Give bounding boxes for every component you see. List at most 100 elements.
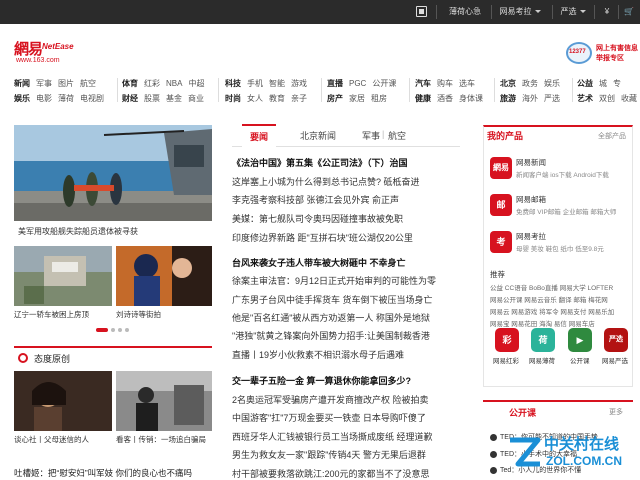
news-item[interactable]: 中国游客"扛"7万现金要买一铁壶 日本导购吓傻了 — [232, 411, 464, 424]
nav-link[interactable]: 图片 — [58, 76, 74, 91]
tab-headlines[interactable]: 要闻 — [242, 124, 277, 149]
currency-icon[interactable]: ¥ — [598, 0, 616, 24]
nav-link[interactable]: 红彩 — [144, 76, 160, 91]
all-products-link[interactable]: 全部产品 — [598, 131, 626, 141]
news-item[interactable]: "港独"就黄之锋案向外国势力招手:让美国制裁香港 — [232, 329, 464, 342]
caipiao-app-icon[interactable]: 彩 — [495, 328, 519, 352]
section-title[interactable]: 态度原创 — [34, 352, 70, 365]
tab-aviation[interactable]: 航空 — [388, 129, 406, 142]
nav-link[interactable]: 城 — [599, 76, 607, 91]
news-item[interactable]: 台风来袭女子违人带车被大树砸中 不幸身亡 — [232, 256, 464, 269]
nav-link[interactable]: 旅游 — [500, 91, 516, 106]
nav-link[interactable]: 军事 — [36, 76, 52, 91]
nav-link[interactable]: 游戏 — [291, 76, 307, 91]
hero-image[interactable] — [14, 125, 212, 221]
nav-link[interactable]: 租房 — [371, 91, 387, 106]
nav-link[interactable]: 身体课 — [459, 91, 483, 106]
news-item[interactable]: 他是"百名红通"被从西方劝返第一人 称国外是地狱 — [232, 311, 464, 324]
product-sub[interactable]: 新闻客户端 ios下载 Android下载 — [516, 169, 609, 179]
news-item[interactable]: 徐案主审法官：9月12日正式开始审判的可能性为零 — [232, 274, 464, 287]
nav-link[interactable]: 股票 — [144, 91, 160, 106]
product-name[interactable]: 网易邮箱 — [516, 194, 546, 205]
recommend-links[interactable]: 网易云 网易游戏 将军令 网易支付 网易乐加 — [490, 306, 614, 316]
news-item[interactable]: 广东男子台风中徒手挥货车 货车倒下被压当场身亡 — [232, 293, 464, 306]
nav-link[interactable]: PGC — [349, 76, 366, 91]
product-name[interactable]: 网易新闻 — [516, 157, 546, 168]
app-label[interactable]: 公开课 — [570, 355, 590, 365]
nav-link[interactable]: 财经 — [122, 91, 138, 106]
nav-link[interactable]: 时尚 — [225, 91, 241, 106]
tab-military[interactable]: 军事 — [362, 129, 380, 142]
mail-icon[interactable]: 邮 — [490, 194, 512, 216]
yanxuan-app-icon[interactable]: 严选 — [604, 328, 628, 352]
thumb-woman-portrait[interactable] — [14, 371, 112, 431]
carousel-dot[interactable] — [118, 328, 122, 332]
nav-link[interactable]: 艺术 — [577, 91, 593, 106]
carousel-dot-active[interactable] — [96, 328, 108, 332]
news-item[interactable]: 村干部被要救落欲跳江:200元的家都当不了没意思 — [232, 467, 464, 480]
nav-link[interactable]: 商业 — [188, 91, 204, 106]
app-label[interactable]: 网易薄荷 — [529, 355, 555, 365]
nav-link[interactable]: 电视剧 — [80, 91, 104, 106]
netease-logo[interactable]: 網易 NetEase www.163.com — [14, 38, 74, 64]
product-sub[interactable]: 母婴 美妆 鞋包 纸巾 低至9.8元 — [516, 243, 604, 253]
topbar-item-kaola[interactable]: 网易考拉 — [494, 0, 546, 24]
thumb-celebrity[interactable] — [116, 246, 212, 306]
open-course-more[interactable]: 更多 — [609, 407, 623, 417]
hero-caption[interactable]: 美军用攻船舰失踪船员遗体被寻获 — [18, 226, 138, 237]
nav-link[interactable]: 新闻 — [14, 76, 30, 91]
thumb-car-on-roof[interactable] — [14, 246, 112, 306]
topbar-item-yanxuan[interactable]: 严选 — [556, 0, 590, 24]
open-course-title[interactable]: 公开课 — [509, 406, 536, 419]
news-item[interactable]: 西班牙华人汇钱被银行员工当场撕成废纸 经理道歉 — [232, 430, 464, 443]
thumb-bw-photo[interactable] — [116, 371, 212, 431]
nav-link[interactable]: 手机 — [247, 76, 263, 91]
nav-link[interactable]: 体育 — [122, 76, 138, 91]
nav-link[interactable]: 政务 — [522, 76, 538, 91]
nav-link[interactable]: 收藏 — [621, 91, 637, 106]
nav-link[interactable]: 家居 — [349, 91, 365, 106]
news-item[interactable]: 《法治中国》第五集《公正司法》（下）治国 — [232, 156, 464, 169]
nav-link[interactable]: 严选 — [544, 91, 560, 106]
news-item[interactable]: 这岸塞上小城为什么得到总书记点赞? 砥柢奋进 — [232, 175, 464, 188]
nav-link[interactable]: 直播 — [327, 76, 343, 91]
topbar-item-bohe[interactable]: 薄荷心急 — [442, 0, 488, 24]
nav-link[interactable]: 智能 — [269, 76, 285, 91]
carousel-dot[interactable] — [111, 328, 115, 332]
thumb4-caption[interactable]: 看客丨传销：一场追白骗局 — [116, 434, 212, 445]
nav-link[interactable]: 酒香 — [437, 91, 453, 106]
nav-link[interactable]: 基金 — [166, 91, 182, 106]
kaola-icon[interactable]: 考 — [490, 231, 512, 253]
nav-link[interactable]: 薄荷 — [58, 91, 74, 106]
nav-link[interactable]: 航空 — [80, 76, 96, 91]
netease-news-icon[interactable]: 網易 — [490, 157, 512, 179]
thumb3-caption[interactable]: 谈心社丨父母迷信的人 — [14, 434, 112, 445]
nav-link[interactable]: 科技 — [225, 76, 241, 91]
nav-link[interactable]: 公益 — [577, 76, 593, 91]
carousel-dot[interactable] — [125, 328, 129, 332]
nav-link[interactable]: 健康 — [415, 91, 431, 106]
open-course-app-icon[interactable]: ▶ — [568, 328, 592, 352]
news-item[interactable]: 2名奥运冠军受骗房产遭开发商擅改产权 险被拍卖 — [232, 393, 464, 406]
nav-link[interactable]: 海外 — [522, 91, 538, 106]
nav-link[interactable]: 娱乐 — [544, 76, 560, 91]
harmful-info-report[interactable]: 网上有害信息 举报专区 — [566, 42, 638, 64]
carousel-dots[interactable] — [96, 325, 132, 334]
nav-link[interactable]: 电影 — [36, 91, 52, 106]
nav-link[interactable]: NBA — [166, 76, 182, 91]
bohe-app-icon[interactable]: 荷 — [531, 328, 555, 352]
product-name[interactable]: 网易考拉 — [516, 231, 546, 242]
news-item[interactable]: 男生为救女友一家"跟踪"传销4天 警方无果后退群 — [232, 448, 464, 461]
nav-link[interactable]: 娱乐 — [14, 91, 30, 106]
nav-link[interactable]: 中超 — [188, 76, 204, 91]
tab-beijing-news[interactable]: 北京新闻 — [300, 129, 336, 142]
nav-link[interactable]: 教育 — [269, 91, 285, 106]
recommend-links[interactable]: 网易公开课 网易云音乐 翻译 邮箱 梅花网 — [490, 294, 608, 304]
app-label[interactable]: 网易严选 — [602, 355, 628, 365]
nav-link[interactable]: 公开课 — [372, 76, 396, 91]
nav-link[interactable]: 双创 — [599, 91, 615, 106]
thumb2-caption[interactable]: 刘诗诗等街拍 — [116, 309, 212, 320]
nav-link[interactable]: 女人 — [247, 91, 263, 106]
left-headline[interactable]: 吐槽姬：把“慰安妇”叫军妓 你们的良心也不痛吗 — [14, 467, 192, 479]
product-sub[interactable]: 免费邮 VIP邮箱 企业邮箱 邮箱大师 — [516, 206, 616, 216]
